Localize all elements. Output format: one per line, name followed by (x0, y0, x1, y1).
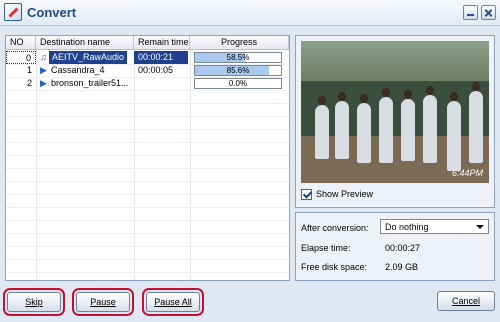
after-conversion-value: Do nothing (385, 222, 429, 232)
elapse-time-value: 00:00:27 (385, 243, 421, 253)
video-figure (357, 94, 371, 163)
video-preview: 6:44PM (301, 41, 489, 183)
video-figure (379, 88, 393, 163)
video-figure (423, 86, 437, 163)
destination-name-cell: ▶ Cassandra_4 (36, 64, 134, 77)
remain-time-cell: 00:00:21 (134, 51, 188, 64)
video-figure (335, 92, 349, 159)
row-divider (6, 207, 289, 208)
row-divider (6, 129, 289, 130)
close-button[interactable] (481, 5, 496, 20)
audio-file-icon: ♫ (40, 52, 47, 62)
progress-label: 85.6% (226, 66, 250, 75)
remain-time-cell (134, 77, 190, 90)
row-divider (6, 181, 289, 182)
progress-label: 0.0% (228, 79, 248, 88)
row-number: 2 (26, 78, 32, 88)
row-divider (6, 272, 289, 273)
row-divider (6, 233, 289, 234)
row-divider (6, 155, 289, 156)
column-header-progress[interactable]: Progress (190, 36, 289, 50)
destination-name-cell: ♫ AEITV_RawAudio (36, 51, 134, 64)
cancel-button[interactable]: Cancel (437, 291, 495, 311)
conversion-info-panel: After conversion: Do nothing Elapse time… (295, 212, 495, 281)
progress-label: 58.5% (226, 53, 250, 62)
row-divider (6, 103, 289, 104)
row-divider (6, 194, 289, 195)
column-header-remain-time[interactable]: Remain time (134, 36, 190, 50)
after-conversion-label: After conversion: (301, 223, 369, 233)
progress-bar: 58.5% (194, 52, 282, 63)
table-row[interactable]: 1 ▶ Cassandra_4 00:00:05 85.6% (6, 64, 289, 77)
list-header: NO Destination name Remain time Progress (6, 36, 289, 50)
skip-button[interactable]: Skip (3, 288, 65, 316)
column-header-no[interactable]: NO (6, 36, 36, 50)
video-background (301, 41, 489, 81)
title-bar: Convert (0, 0, 500, 26)
free-disk-space-label: Free disk space: (301, 262, 368, 272)
remain-time-cell: 00:00:05 (138, 65, 174, 75)
row-divider (6, 168, 289, 169)
row-divider (6, 220, 289, 221)
preview-panel: 6:44PM Show Preview (295, 35, 495, 208)
row-divider (6, 246, 289, 247)
elapse-time-label: Elapse time: (301, 243, 351, 253)
row-number: 0 (6, 51, 36, 64)
row-divider (6, 90, 289, 91)
video-figure (447, 92, 461, 171)
video-timestamp: 6:44PM (451, 168, 483, 178)
pause-all-button[interactable]: Pause All (142, 288, 204, 316)
video-figure (315, 96, 329, 159)
destination-name-cell: ▶ bronson_trailer51... (36, 77, 134, 90)
converter-app-icon (4, 3, 22, 21)
show-preview-label[interactable]: Show Preview (316, 189, 373, 200)
window-title: Convert (27, 5, 77, 20)
row-divider (6, 116, 289, 117)
minimize-button[interactable] (463, 5, 478, 20)
column-header-destination[interactable]: Destination name (36, 36, 134, 50)
conversion-list[interactable]: NO Destination name Remain time Progress… (5, 35, 290, 281)
progress-bar: 0.0% (194, 78, 282, 89)
show-preview-checkbox[interactable] (301, 189, 312, 200)
video-figure (469, 82, 483, 163)
table-row[interactable]: 0 ♫ AEITV_RawAudio 00:00:21 58.5% (6, 51, 289, 64)
table-row[interactable]: 2 ▶ bronson_trailer51... 0.0% (6, 77, 289, 90)
row-number: 1 (26, 65, 32, 75)
video-file-icon: ▶ (40, 65, 47, 75)
row-divider (6, 142, 289, 143)
after-conversion-select[interactable]: Do nothing (380, 219, 489, 234)
row-divider (6, 259, 289, 260)
pause-button[interactable]: Pause (72, 288, 134, 316)
progress-bar: 85.6% (194, 65, 282, 76)
dropdown-arrow-icon (476, 225, 484, 229)
video-figure (401, 90, 415, 161)
free-disk-space-value: 2.09 GB (385, 262, 419, 272)
video-file-icon: ▶ (40, 78, 47, 88)
